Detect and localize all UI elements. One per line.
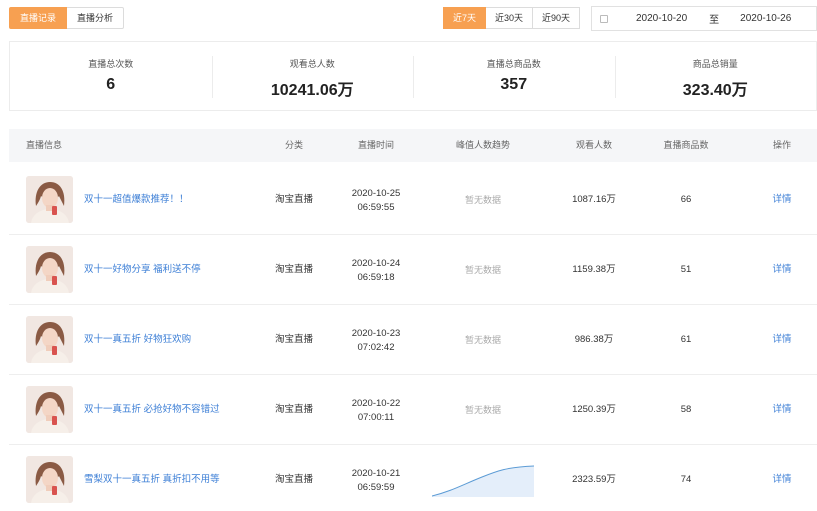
category-cell: 淘宝直播 xyxy=(274,264,314,275)
calendar-icon xyxy=(600,14,608,23)
live-date: 2020-10-23 xyxy=(351,328,401,339)
date-range-picker[interactable]: 2020-10-20 至 2020-10-26 xyxy=(591,6,817,31)
live-clock: 06:59:59 xyxy=(357,482,395,493)
details-link[interactable]: 详情 xyxy=(772,375,791,445)
viewers-cell: 1087.16万 xyxy=(572,194,616,205)
range-90-days[interactable]: 近90天 xyxy=(533,7,581,29)
live-date: 2020-10-21 xyxy=(351,468,401,479)
header-product-count: 直播商品数 xyxy=(663,140,709,150)
product-count-cell: 58 xyxy=(680,404,692,415)
live-thumbnail[interactable] xyxy=(26,316,73,363)
date-start[interactable]: 2020-10-20 xyxy=(636,13,687,24)
category-cell: 淘宝直播 xyxy=(274,474,314,485)
table-row: 双十一真五折 好物狂欢购 淘宝直播 2020-10-23 07:02:42 暂无… xyxy=(9,305,817,375)
viewers-cell: 1250.39万 xyxy=(572,404,616,415)
live-time-cell: 2020-10-25 06:59:55 xyxy=(352,187,401,215)
stat-value: 323.40万 xyxy=(682,82,748,99)
live-date: 2020-10-24 xyxy=(351,258,401,269)
live-clock: 07:02:42 xyxy=(357,342,395,353)
live-title-link[interactable]: 双十一真五折 好物狂欢购 xyxy=(84,305,191,375)
header-category: 分类 xyxy=(284,140,304,150)
table-row: 雪梨双十一真五折 真折扣不用等 淘宝直播 2020-10-21 06:59:59… xyxy=(9,445,817,511)
category-cell: 淘宝直播 xyxy=(274,194,314,205)
header-peak-trend: 峰值人数趋势 xyxy=(455,140,511,150)
stat-total-lives: 直播总次数 6 xyxy=(10,42,212,110)
header-action: 操作 xyxy=(772,140,792,150)
live-thumbnail[interactable] xyxy=(26,246,73,293)
viewers-cell: 2323.59万 xyxy=(572,474,616,485)
live-thumbnail[interactable] xyxy=(26,176,73,223)
live-date: 2020-10-25 xyxy=(351,188,401,199)
header-live-info: 直播信息 xyxy=(26,140,63,150)
trend-no-data: 暂无数据 xyxy=(464,335,502,345)
stat-total-products: 直播总商品数 357 xyxy=(413,42,615,110)
date-separator: 至 xyxy=(709,15,720,26)
viewers-cell: 1159.38万 xyxy=(572,264,616,275)
table-row: 双十一真五折 必抢好物不容错过 淘宝直播 2020-10-22 07:00:11… xyxy=(9,375,817,445)
category-cell: 淘宝直播 xyxy=(274,334,314,345)
live-date: 2020-10-22 xyxy=(351,398,401,409)
trend-no-data: 暂无数据 xyxy=(464,405,502,415)
stat-total-sales: 商品总销量 323.40万 xyxy=(614,42,817,110)
trend-no-data: 暂无数据 xyxy=(464,195,502,205)
product-count-cell: 66 xyxy=(680,194,692,205)
header-live-time: 直播时间 xyxy=(357,140,395,150)
live-title-link[interactable]: 双十一超值爆款推荐！！ xyxy=(84,165,189,235)
range-7-days[interactable]: 近7天 xyxy=(443,7,487,29)
table-header: 直播信息 分类 直播时间 峰值人数趋势 观看人数 直播商品数 操作 xyxy=(9,129,817,162)
range-tabs: 近7天 近30天 近90天 xyxy=(443,7,581,29)
live-thumbnail[interactable] xyxy=(26,386,73,433)
live-time-cell: 2020-10-23 07:02:42 xyxy=(352,327,401,355)
live-title-link[interactable]: 双十一好物分享 福利送不停 xyxy=(84,235,201,305)
table-row: 双十一超值爆款推荐！！ 淘宝直播 2020-10-25 06:59:55 暂无数… xyxy=(9,165,817,235)
details-link[interactable]: 详情 xyxy=(772,165,791,235)
details-link[interactable]: 详情 xyxy=(772,445,791,511)
viewers-cell: 986.38万 xyxy=(574,334,614,345)
stat-label: 直播总商品数 xyxy=(486,59,541,69)
stat-value: 357 xyxy=(500,76,528,93)
details-link[interactable]: 详情 xyxy=(772,305,791,375)
live-clock: 07:00:11 xyxy=(357,412,395,423)
view-tabs: 直播记录 直播分析 xyxy=(9,7,125,29)
live-clock: 06:59:55 xyxy=(357,202,395,213)
stat-label: 直播总次数 xyxy=(88,59,134,69)
header-viewers: 观看人数 xyxy=(575,140,613,150)
table-row: 双十一好物分享 福利送不停 淘宝直播 2020-10-24 06:59:18 暂… xyxy=(9,235,817,305)
product-count-cell: 61 xyxy=(680,334,692,345)
stat-total-viewers: 观看总人数 10241.06万 xyxy=(211,42,414,110)
live-time-cell: 2020-10-24 06:59:18 xyxy=(352,257,401,285)
live-title-link[interactable]: 雪梨双十一真五折 真折扣不用等 xyxy=(84,445,220,511)
date-end[interactable]: 2020-10-26 xyxy=(740,13,791,24)
live-title-link[interactable]: 双十一真五折 必抢好物不容错过 xyxy=(84,375,220,445)
tab-live-analysis[interactable]: 直播分析 xyxy=(67,7,125,29)
peak-trend-sparkline xyxy=(432,465,534,497)
live-time-cell: 2020-10-21 06:59:59 xyxy=(352,467,401,495)
category-cell: 淘宝直播 xyxy=(274,404,314,415)
product-count-cell: 74 xyxy=(680,474,692,485)
stat-label: 观看总人数 xyxy=(289,59,335,69)
product-count-cell: 51 xyxy=(680,264,692,275)
trend-no-data: 暂无数据 xyxy=(464,265,502,275)
details-link[interactable]: 详情 xyxy=(772,235,791,305)
live-time-cell: 2020-10-22 07:00:11 xyxy=(352,397,401,425)
range-30-days[interactable]: 近30天 xyxy=(486,7,534,29)
tab-live-records[interactable]: 直播记录 xyxy=(9,7,68,29)
stat-label: 商品总销量 xyxy=(692,59,738,69)
stat-value: 6 xyxy=(106,76,116,93)
live-clock: 06:59:18 xyxy=(357,272,395,283)
live-thumbnail[interactable] xyxy=(26,456,73,503)
stat-value: 10241.06万 xyxy=(270,82,354,99)
stats-summary: 直播总次数 6 观看总人数 10241.06万 直播总商品数 357 商品总销量… xyxy=(9,41,817,111)
